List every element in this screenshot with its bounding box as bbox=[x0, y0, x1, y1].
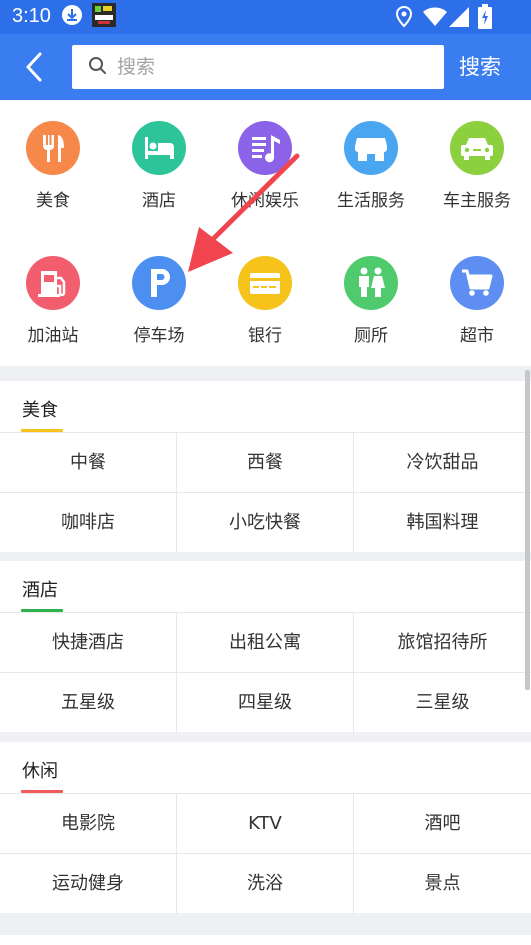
category-label: 车主服务 bbox=[443, 191, 511, 211]
status-bar: 3:10 bbox=[0, 0, 531, 34]
search-button[interactable]: 搜索 bbox=[459, 51, 501, 81]
scrollbar[interactable] bbox=[525, 370, 530, 690]
category-label: 加油站 bbox=[27, 326, 79, 346]
section-title: 美食 bbox=[22, 400, 58, 421]
grid-item[interactable]: 景点 bbox=[354, 854, 531, 914]
app-notification-icon bbox=[92, 3, 116, 31]
search-input[interactable] bbox=[117, 51, 417, 83]
category-label: 停车场 bbox=[133, 326, 185, 346]
battery-icon bbox=[478, 4, 492, 34]
shop-icon bbox=[344, 121, 398, 175]
status-time: 3:10 bbox=[12, 5, 51, 27]
section-underline bbox=[21, 429, 63, 432]
grid-item[interactable]: 五星级 bbox=[0, 673, 177, 733]
grid-item[interactable]: 三星级 bbox=[354, 673, 531, 733]
section-next-partial bbox=[0, 935, 531, 945]
grid-item[interactable]: KTV bbox=[177, 794, 354, 854]
category-food[interactable]: 美食 bbox=[0, 121, 106, 211]
chevron-left-icon bbox=[26, 52, 42, 82]
section-leisure: 休闲 电影院 KTV 酒吧 运动健身 洗浴 景点 bbox=[0, 742, 531, 914]
signal-icon bbox=[449, 7, 469, 31]
grid-item[interactable]: 快捷酒店 bbox=[0, 613, 177, 673]
grid-item[interactable]: 冷饮甜品 bbox=[354, 433, 531, 493]
grid-item[interactable]: 出租公寓 bbox=[177, 613, 354, 673]
fuel-pump-icon bbox=[26, 256, 80, 310]
section-header: 美食 bbox=[0, 381, 531, 433]
section-title: 休闲 bbox=[22, 761, 58, 782]
restroom-icon bbox=[344, 256, 398, 310]
section-hotel: 酒店 快捷酒店 出租公寓 旅馆招待所 五星级 四星级 三星级 bbox=[0, 561, 531, 733]
fork-knife-icon bbox=[26, 121, 80, 175]
grid-item[interactable]: 小吃快餐 bbox=[177, 493, 354, 553]
parking-icon bbox=[132, 256, 186, 310]
category-restroom[interactable]: 厕所 bbox=[318, 256, 424, 346]
annotation-arrow bbox=[188, 153, 300, 272]
grid-item[interactable]: 中餐 bbox=[0, 433, 177, 493]
category-label: 超市 bbox=[460, 326, 494, 346]
grid-item[interactable]: 运动健身 bbox=[0, 854, 177, 914]
download-icon bbox=[61, 4, 83, 30]
category-gas-station[interactable]: 加油站 bbox=[0, 256, 106, 346]
back-button[interactable] bbox=[18, 48, 50, 86]
section-header: 酒店 bbox=[0, 561, 531, 613]
shopping-cart-icon bbox=[450, 256, 504, 310]
section-header: 休闲 bbox=[0, 742, 531, 794]
search-box[interactable] bbox=[72, 45, 444, 89]
section-title: 酒店 bbox=[22, 580, 58, 601]
category-car-services[interactable]: 车主服务 bbox=[424, 121, 530, 211]
category-label: 美食 bbox=[36, 191, 70, 211]
grid-item[interactable]: 西餐 bbox=[177, 433, 354, 493]
wifi-icon bbox=[423, 7, 447, 31]
grid-item[interactable]: 韩国料理 bbox=[354, 493, 531, 553]
search-icon bbox=[88, 56, 108, 80]
grid-item[interactable]: 电影院 bbox=[0, 794, 177, 854]
grid-item[interactable]: 咖啡店 bbox=[0, 493, 177, 553]
category-label: 生活服务 bbox=[337, 191, 405, 211]
grid-item[interactable]: 四星级 bbox=[177, 673, 354, 733]
category-life-services[interactable]: 生活服务 bbox=[318, 121, 424, 211]
section-food: 美食 中餐 西餐 冷饮甜品 咖啡店 小吃快餐 韩国料理 bbox=[0, 381, 531, 553]
section-underline bbox=[21, 790, 63, 793]
section-underline bbox=[21, 609, 63, 612]
grid-item[interactable]: 酒吧 bbox=[354, 794, 531, 854]
search-header: 搜索 bbox=[0, 34, 531, 100]
category-supermarket[interactable]: 超市 bbox=[424, 256, 530, 346]
grid-item[interactable]: 旅馆招待所 bbox=[354, 613, 531, 673]
location-icon bbox=[395, 5, 413, 32]
car-icon bbox=[450, 121, 504, 175]
category-label: 厕所 bbox=[354, 326, 388, 346]
bed-icon bbox=[132, 121, 186, 175]
category-label: 银行 bbox=[248, 326, 282, 346]
grid-item[interactable]: 洗浴 bbox=[177, 854, 354, 914]
